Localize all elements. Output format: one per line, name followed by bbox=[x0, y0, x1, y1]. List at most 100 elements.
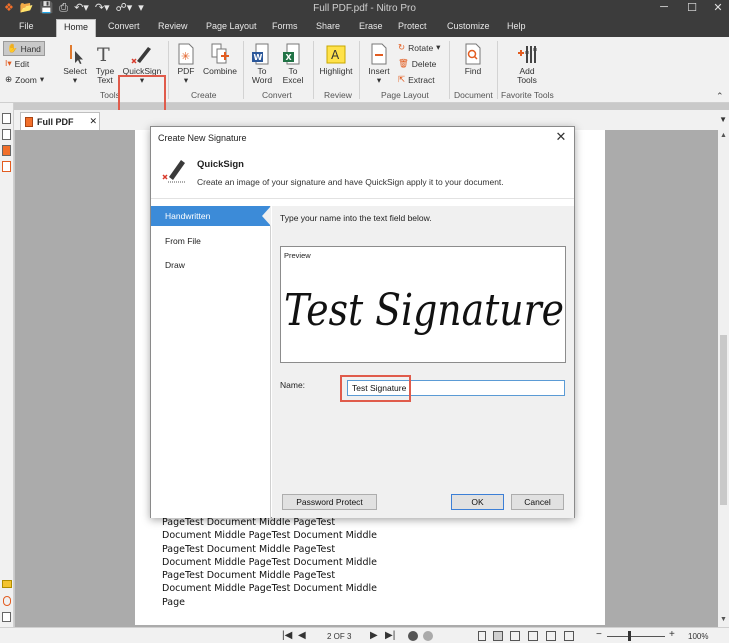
name-highlight-box bbox=[340, 375, 411, 402]
combine-icon bbox=[211, 43, 229, 64]
svg-text:A: A bbox=[331, 48, 340, 62]
close-window-icon[interactable]: ✕ bbox=[708, 1, 728, 14]
tab-file[interactable]: File bbox=[19, 21, 34, 31]
svg-text:W: W bbox=[254, 53, 263, 62]
insert-button[interactable]: Insert ▾ bbox=[364, 43, 394, 85]
type-text-icon: T bbox=[97, 44, 110, 65]
zoom-icon: ⊕ bbox=[5, 74, 13, 84]
to-excel-button[interactable]: X To Excel bbox=[280, 43, 306, 85]
zoom-slider-thumb[interactable] bbox=[628, 631, 631, 641]
close-icon[interactable]: ✕ bbox=[554, 129, 568, 145]
bookmarks-panel-icon[interactable] bbox=[2, 145, 11, 156]
password-protect-button[interactable]: Password Protect bbox=[282, 494, 377, 510]
tab-erase[interactable]: Erase bbox=[359, 21, 383, 31]
pages-panel-icon[interactable] bbox=[2, 113, 11, 124]
facing-view-icon[interactable] bbox=[510, 631, 520, 641]
forward-view-icon[interactable] bbox=[423, 631, 433, 641]
tab-share[interactable]: Share bbox=[316, 21, 340, 31]
document-tab[interactable]: Full PDF ✕ bbox=[20, 112, 100, 130]
highlight-button[interactable]: A Highlight bbox=[317, 43, 355, 76]
select-button[interactable]: Select ▾ bbox=[62, 43, 88, 85]
attachment-clip-icon[interactable] bbox=[3, 596, 11, 606]
insert-page-icon bbox=[371, 43, 387, 65]
combine-button[interactable]: Combine bbox=[202, 43, 238, 76]
create-pdf-button[interactable]: ✳ PDF ▾ bbox=[174, 43, 198, 85]
tab-customize[interactable]: Customize bbox=[447, 21, 490, 31]
signature-method-nav: Handwritten From File Draw bbox=[151, 206, 271, 518]
edit-cursor-icon: I▾ bbox=[5, 58, 12, 68]
scrollbar-thumb[interactable] bbox=[720, 335, 727, 505]
tab-review[interactable]: Review bbox=[158, 21, 188, 31]
svg-text:✳: ✳ bbox=[181, 50, 190, 63]
zoom-out-icon[interactable]: − bbox=[596, 629, 602, 640]
continuous-view-icon[interactable] bbox=[493, 631, 503, 641]
nav-handwritten[interactable]: Handwritten bbox=[151, 206, 271, 226]
tab-list-chevron-icon[interactable]: ▼ bbox=[719, 115, 727, 124]
scroll-up-icon[interactable]: ▲ bbox=[720, 132, 727, 139]
group-label-document: Document bbox=[454, 90, 493, 100]
zoom-button[interactable]: ⊕ Zoom ▾ bbox=[5, 74, 44, 85]
minimize-icon[interactable]: ─ bbox=[654, 1, 674, 13]
zoom-level[interactable]: 100% bbox=[688, 632, 708, 641]
page-text-line: Page bbox=[162, 596, 185, 608]
cancel-button[interactable]: Cancel bbox=[511, 494, 564, 510]
collapse-ribbon-icon[interactable]: ⌃ bbox=[716, 91, 724, 102]
nav-draw[interactable]: Draw bbox=[151, 255, 270, 275]
find-button[interactable]: Find bbox=[460, 43, 486, 76]
hand-button[interactable]: ✋ Hand bbox=[3, 41, 45, 56]
vertical-scrollbar[interactable]: ▲ ▼ bbox=[718, 130, 729, 627]
group-divider bbox=[449, 41, 450, 99]
maximize-icon[interactable]: ☐ bbox=[682, 1, 702, 14]
group-label-favorite-tools: Favorite Tools bbox=[501, 90, 554, 100]
extract-button[interactable]: ⇱ Extract bbox=[398, 74, 435, 85]
zoom-slider-track[interactable] bbox=[607, 636, 665, 637]
type-text-button[interactable]: T Type Text bbox=[92, 43, 118, 85]
name-label: Name: bbox=[280, 380, 306, 390]
page-text-line: PageTest Document Middle PageTest bbox=[162, 570, 336, 582]
fit-page-icon[interactable] bbox=[546, 631, 556, 641]
previous-page-icon[interactable]: ◀ bbox=[298, 630, 306, 641]
status-bar: |◀ ◀ 2 OF 3 ▶ ▶| − + 100% bbox=[0, 627, 729, 643]
next-page-icon[interactable]: ▶ bbox=[370, 630, 378, 641]
first-page-icon[interactable]: |◀ bbox=[282, 630, 292, 641]
close-tab-icon[interactable]: ✕ bbox=[90, 116, 98, 127]
tab-help[interactable]: Help bbox=[507, 21, 526, 31]
tab-convert[interactable]: Convert bbox=[108, 21, 140, 31]
ok-button[interactable]: OK bbox=[451, 494, 504, 510]
security-panel-icon[interactable] bbox=[2, 161, 11, 172]
create-signature-dialog: Create New Signature ✕ QuickSign Create … bbox=[150, 126, 575, 518]
fit-width-icon[interactable] bbox=[564, 631, 574, 641]
tab-home[interactable]: Home bbox=[56, 19, 97, 37]
instruction-text: Type your name into the text field below… bbox=[280, 213, 432, 223]
output-panel-icon[interactable] bbox=[2, 612, 11, 622]
group-divider bbox=[243, 41, 244, 99]
group-divider bbox=[168, 41, 169, 99]
zoom-in-icon[interactable]: + bbox=[669, 629, 675, 640]
back-view-icon[interactable] bbox=[408, 631, 418, 641]
dialog-header-description: Create an image of your signature and ha… bbox=[197, 177, 504, 187]
single-page-view-icon[interactable] bbox=[478, 631, 486, 641]
comments-panel-icon[interactable] bbox=[2, 580, 12, 588]
tab-protect[interactable]: Protect bbox=[398, 21, 427, 31]
find-icon bbox=[465, 43, 481, 65]
pdf-document-icon bbox=[25, 116, 33, 127]
edit-button[interactable]: I▾ Edit bbox=[5, 58, 29, 69]
attachments-panel-icon[interactable] bbox=[2, 129, 11, 140]
add-tools-icon bbox=[518, 46, 537, 63]
dialog-title: Create New Signature bbox=[158, 133, 247, 143]
last-page-icon[interactable]: ▶| bbox=[385, 630, 395, 641]
signature-preview: Preview Test Signature bbox=[280, 246, 566, 363]
scroll-down-icon[interactable]: ▼ bbox=[720, 616, 727, 623]
to-word-button[interactable]: W To Word bbox=[249, 43, 275, 85]
tab-forms[interactable]: Forms bbox=[272, 21, 298, 31]
page-text-line: PageTest Document Middle PageTest bbox=[162, 543, 336, 555]
add-tools-button[interactable]: Add Tools bbox=[512, 43, 542, 85]
page-indicator[interactable]: 2 OF 3 bbox=[327, 632, 351, 641]
delete-button[interactable]: 🗑 Delete bbox=[398, 58, 436, 69]
continuous-facing-view-icon[interactable] bbox=[528, 631, 538, 641]
nav-selection-arrow bbox=[262, 206, 271, 226]
rotate-button[interactable]: ↻ Rotate ▾ bbox=[398, 42, 440, 53]
tab-page-layout[interactable]: Page Layout bbox=[206, 21, 257, 31]
nav-from-file[interactable]: From File bbox=[151, 231, 270, 251]
signature-preview-image: Test Signature bbox=[284, 285, 564, 336]
